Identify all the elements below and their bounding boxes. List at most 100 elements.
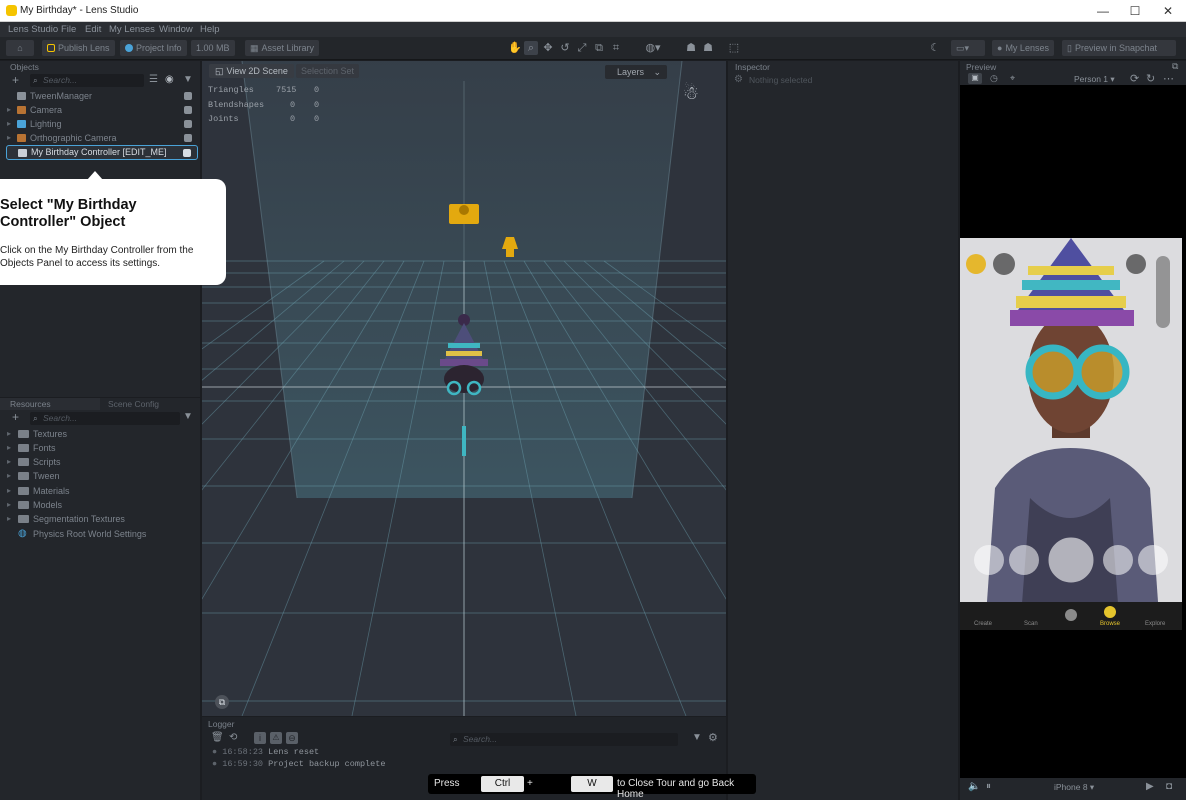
refresh-icon[interactable]: ↻ [1146, 72, 1155, 85]
nav-explore[interactable]: Explore [1145, 621, 1165, 627]
hint-plus-text: + [527, 778, 533, 789]
bug-icon[interactable]: ⌖ [1010, 73, 1015, 84]
scene-overlay-toggle-icon[interactable]: ⧉ [215, 695, 229, 709]
video-record-icon[interactable]: ▶ [1146, 781, 1154, 792]
pause-icon[interactable]: ⏸ [986, 781, 991, 792]
resource-folder-segmentation-textures[interactable]: ▸ Segmentation Textures [6, 512, 198, 526]
close-button[interactable]: ✕ [1155, 3, 1181, 19]
snap-tool-icon[interactable]: ⌗ [609, 41, 623, 55]
expand-arrow-icon[interactable]: ▸ [7, 131, 11, 145]
expand-arrow-icon[interactable]: ▸ [7, 427, 11, 441]
my-lenses-button[interactable]: ● My Lenses [992, 40, 1054, 56]
resource-folder-textures[interactable]: ▸ Textures [6, 427, 198, 441]
enabled-checkbox[interactable] [183, 149, 191, 157]
resource-folder-fonts[interactable]: ▸ Fonts [6, 441, 198, 455]
menu-lens-studio[interactable]: Lens Studio [8, 24, 58, 35]
device-select-dropdown[interactable]: iPhone 8 ▾ [1054, 782, 1094, 793]
nav-scan[interactable]: Scan [1024, 621, 1038, 627]
mute-icon[interactable]: 🔈 [968, 781, 980, 792]
view-2d-scene-button[interactable]: ◱ View 2D Scene [209, 64, 294, 78]
collab-icon[interactable]: ☗ [701, 41, 715, 55]
expand-arrow-icon[interactable]: ▸ [7, 455, 11, 469]
resource-folder-scripts[interactable]: ▸ Scripts [6, 455, 198, 469]
menu-help[interactable]: Help [200, 24, 220, 35]
world-space-icon[interactable]: ◍▾ [640, 41, 666, 55]
maximize-button[interactable]: ☐ [1122, 3, 1148, 19]
expand-arrow-icon[interactable]: ▸ [7, 484, 11, 498]
asset-library-button[interactable]: ▦ Asset Library [245, 40, 320, 56]
visibility-icon[interactable]: ◉ [165, 74, 174, 85]
object-row-camera[interactable]: ▸ Camera [6, 103, 198, 117]
resource-label: Models [33, 500, 63, 510]
screenshot-icon[interactable]: ◘ [1166, 781, 1172, 792]
clock-icon[interactable]: ◷ [990, 73, 998, 84]
filter-icon[interactable]: ▼ [692, 732, 702, 743]
simulation-icon[interactable]: ▣ [968, 73, 982, 84]
nav-browse[interactable]: Browse [1100, 621, 1120, 627]
resource-physics-root-world-settings[interactable]: ◍ Physics Root World Settings [6, 527, 198, 541]
object-row-my-birthday-controller[interactable]: My Birthday Controller [EDIT_ME] [6, 145, 198, 160]
scale-tool-icon[interactable]: ⤢ [575, 41, 589, 55]
move-tool-icon[interactable]: ✥ [541, 41, 555, 55]
expand-arrow-icon[interactable]: ▸ [7, 469, 11, 483]
enabled-checkbox[interactable] [184, 92, 192, 100]
pair-device-button[interactable]: ▭▾ [951, 40, 985, 56]
minimize-button[interactable]: — [1090, 3, 1116, 19]
object-row-tweenmanager[interactable]: TweenManager [6, 89, 198, 103]
filter-icon[interactable]: ▼ [183, 74, 193, 85]
filter-icon[interactable]: ▼ [183, 411, 193, 422]
objects-search-input[interactable]: ⌕ Search... [30, 74, 144, 87]
tab-scene-config[interactable]: Scene Config [108, 399, 159, 409]
stats-row-joints: Joints 0 0 [208, 114, 320, 124]
nav-create[interactable]: Create [974, 621, 992, 627]
gear-icon[interactable]: ⚙ [708, 731, 718, 744]
project-info-button[interactable]: Project Info [120, 40, 187, 56]
list-view-icon[interactable]: ☰ [149, 74, 158, 85]
resource-folder-models[interactable]: ▸ Models [6, 498, 198, 512]
menu-my-lenses[interactable]: My Lenses [109, 24, 155, 35]
scene-viewport[interactable]: ◱ View 2D Scene Selection Set Layers ⌄ ☃ T… [202, 61, 726, 716]
error-filter-icon[interactable]: ⊖ [286, 732, 298, 744]
resources-search-input[interactable]: ⌕ Search... [30, 412, 180, 425]
logger-search-input[interactable]: ⌕ Search... [450, 733, 678, 746]
cursor-box-icon[interactable]: ⬚ [727, 41, 741, 55]
rotate-tool-icon[interactable]: ↺ [558, 41, 572, 55]
expand-arrow-icon[interactable]: ▸ [7, 103, 11, 117]
users-icon[interactable]: ☗ [684, 41, 698, 55]
preview-in-snapchat-button[interactable]: ▯ Preview in Snapchat [1062, 40, 1176, 56]
object-row-orthographic-camera[interactable]: ▸ Orthographic Camera [6, 131, 198, 145]
hand-tool-icon[interactable]: ✋ [508, 41, 522, 55]
trash-icon[interactable]: 🗑 [211, 732, 224, 743]
swap-camera-icon[interactable]: ⟳ [1130, 72, 1139, 85]
preview-phone-screen[interactable]: Create Scan Browse Explore [960, 238, 1182, 630]
detach-icon[interactable]: ⧉ [1172, 61, 1178, 72]
enabled-checkbox[interactable] [184, 120, 192, 128]
log-entry: ● 16:59:30 Project backup complete [212, 759, 385, 769]
warning-filter-icon[interactable]: ⚠ [270, 732, 282, 744]
expand-arrow-icon[interactable]: ▸ [7, 441, 11, 455]
layers-dropdown[interactable]: Layers ⌄ [605, 65, 667, 79]
info-filter-icon[interactable]: i [254, 732, 266, 744]
enabled-checkbox[interactable] [184, 134, 192, 142]
expand-arrow-icon[interactable]: ▸ [7, 512, 11, 526]
menu-window[interactable]: Window [159, 24, 193, 35]
person-select-dropdown[interactable]: Person 1 ▾ [1074, 74, 1115, 85]
expand-arrow-icon[interactable]: ▸ [7, 117, 11, 131]
selection-set-button[interactable]: Selection Set [296, 64, 360, 78]
more-options-icon[interactable]: ⋯ [1163, 72, 1174, 85]
add-object-icon[interactable]: + [12, 73, 19, 87]
resource-folder-tween[interactable]: ▸ Tween [6, 469, 198, 483]
rect-tool-icon[interactable]: ⧉ [592, 41, 606, 55]
publish-lens-button[interactable]: Publish Lens [42, 40, 115, 56]
enabled-checkbox[interactable] [184, 106, 192, 114]
dark-mode-icon[interactable]: ☾ [928, 41, 942, 55]
clear-on-reset-icon[interactable]: ⟲ [229, 732, 237, 743]
expand-arrow-icon[interactable]: ▸ [7, 498, 11, 512]
object-row-lighting[interactable]: ▸ Lighting [6, 117, 198, 131]
menu-file[interactable]: File [61, 24, 76, 35]
select-tool-icon[interactable]: ⌕ [524, 41, 538, 55]
resource-folder-materials[interactable]: ▸ Materials [6, 484, 198, 498]
menu-edit[interactable]: Edit [85, 24, 101, 35]
add-resource-icon[interactable]: + [12, 410, 19, 424]
home-button[interactable]: ⌂ [6, 40, 34, 56]
